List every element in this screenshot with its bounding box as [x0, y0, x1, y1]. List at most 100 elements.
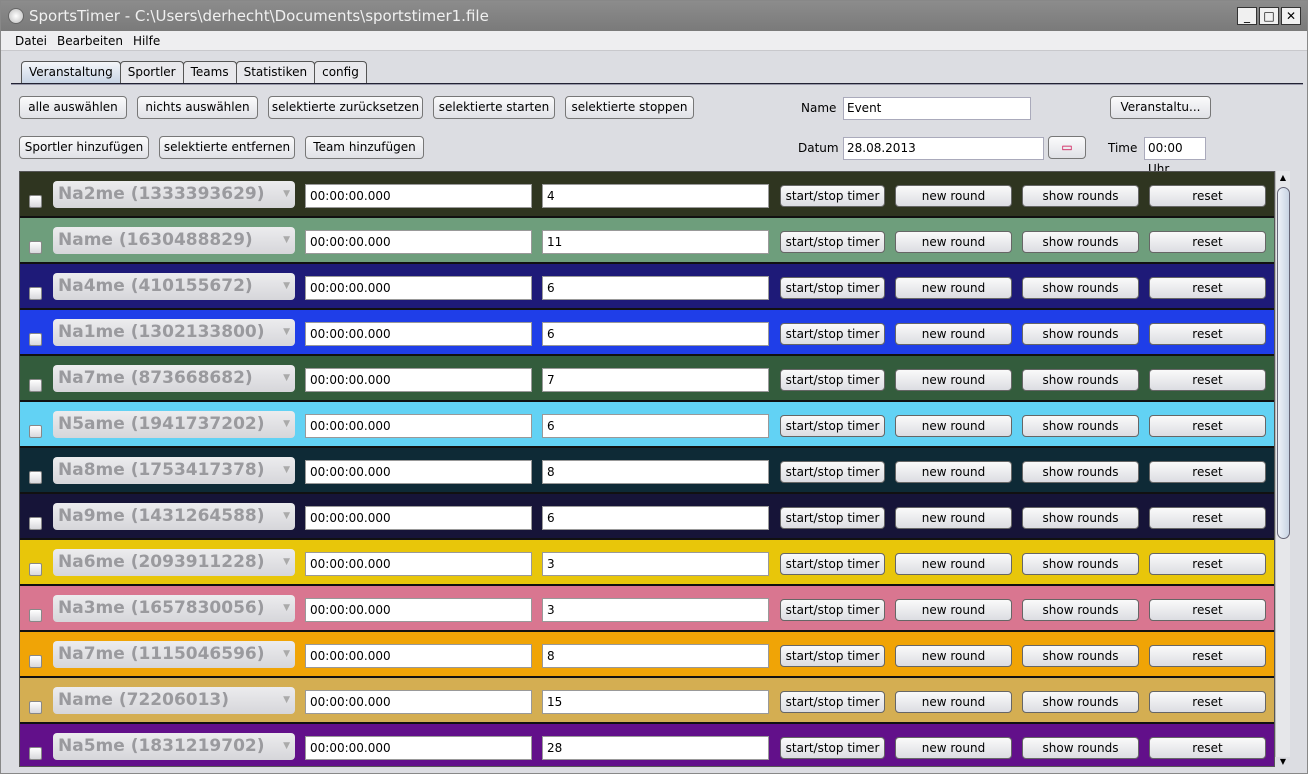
start-stop-button[interactable]: start/stop timer	[780, 691, 885, 713]
start-stop-button[interactable]: start/stop timer	[780, 415, 885, 437]
new-round-button[interactable]: new round	[895, 461, 1012, 483]
select-checkbox[interactable]	[29, 471, 42, 484]
athlete-select[interactable]: Na2me (1333393629) ▼	[53, 181, 295, 208]
show-rounds-button[interactable]: show rounds	[1022, 323, 1139, 345]
tab-veranstaltung[interactable]: Veranstaltung	[21, 61, 121, 83]
show-rounds-button[interactable]: show rounds	[1022, 599, 1139, 621]
reset-button[interactable]: reset	[1149, 231, 1266, 253]
rounds-field[interactable]: 15	[542, 690, 769, 714]
menu-hilfe[interactable]: Hilfe	[133, 31, 160, 50]
select-checkbox[interactable]	[29, 701, 42, 714]
start-stop-button[interactable]: start/stop timer	[780, 507, 885, 529]
rounds-field[interactable]: 8	[542, 460, 769, 484]
scroll-up-icon[interactable]: ▲	[1276, 171, 1290, 185]
rounds-field[interactable]: 6	[542, 506, 769, 530]
athlete-select[interactable]: Na4me (410155672) ▼	[53, 273, 295, 300]
time-field[interactable]: 00:00:00.000	[305, 184, 532, 208]
rounds-field[interactable]: 11	[542, 230, 769, 254]
time-field[interactable]: 00:00:00.000	[305, 690, 532, 714]
athlete-select[interactable]: Name (1630488829) ▼	[53, 227, 295, 254]
new-round-button[interactable]: new round	[895, 507, 1012, 529]
show-rounds-button[interactable]: show rounds	[1022, 415, 1139, 437]
time-field[interactable]: 00:00:00.000	[305, 644, 532, 668]
athlete-select[interactable]: Na6me (2093911228) ▼	[53, 549, 295, 576]
show-rounds-button[interactable]: show rounds	[1022, 277, 1139, 299]
maximize-button[interactable]: □	[1259, 7, 1279, 25]
stop-selected-button[interactable]: selektierte stoppen	[565, 96, 694, 119]
reset-button[interactable]: reset	[1149, 415, 1266, 437]
rounds-field[interactable]: 8	[542, 644, 769, 668]
start-stop-button[interactable]: start/stop timer	[780, 461, 885, 483]
show-rounds-button[interactable]: show rounds	[1022, 461, 1139, 483]
reset-selected-button[interactable]: selektierte zurücksetzen	[268, 96, 423, 119]
show-rounds-button[interactable]: show rounds	[1022, 231, 1139, 253]
select-checkbox[interactable]	[29, 241, 42, 254]
calendar-icon[interactable]: ▭	[1048, 136, 1086, 159]
menu-bearbeiten[interactable]: Bearbeiten	[57, 31, 123, 50]
reset-button[interactable]: reset	[1149, 737, 1266, 759]
show-rounds-button[interactable]: show rounds	[1022, 185, 1139, 207]
reset-button[interactable]: reset	[1149, 553, 1266, 575]
event-name-input[interactable]: Event	[843, 97, 1031, 120]
athlete-select[interactable]: Na1me (1302133800) ▼	[53, 319, 295, 346]
select-none-button[interactable]: nichts auswählen	[137, 96, 258, 119]
rounds-field[interactable]: 6	[542, 414, 769, 438]
new-round-button[interactable]: new round	[895, 415, 1012, 437]
scrollbar-thumb[interactable]	[1277, 187, 1290, 539]
show-rounds-button[interactable]: show rounds	[1022, 507, 1139, 529]
select-checkbox[interactable]	[29, 287, 42, 300]
select-checkbox[interactable]	[29, 655, 42, 668]
new-round-button[interactable]: new round	[895, 185, 1012, 207]
rounds-field[interactable]: 7	[542, 368, 769, 392]
show-rounds-button[interactable]: show rounds	[1022, 645, 1139, 667]
start-stop-button[interactable]: start/stop timer	[780, 185, 885, 207]
athlete-select[interactable]: Na8me (1753417378) ▼	[53, 457, 295, 484]
athlete-select[interactable]: Na3me (1657830056) ▼	[53, 595, 295, 622]
tab-teams[interactable]: Teams	[182, 61, 237, 83]
start-stop-button[interactable]: start/stop timer	[780, 737, 885, 759]
reset-button[interactable]: reset	[1149, 599, 1266, 621]
remove-selected-button[interactable]: selektierte entfernen	[159, 136, 295, 159]
reset-button[interactable]: reset	[1149, 323, 1266, 345]
start-stop-button[interactable]: start/stop timer	[780, 323, 885, 345]
reset-button[interactable]: reset	[1149, 645, 1266, 667]
time-field[interactable]: 00:00:00.000	[305, 230, 532, 254]
new-round-button[interactable]: new round	[895, 369, 1012, 391]
start-stop-button[interactable]: start/stop timer	[780, 599, 885, 621]
close-button[interactable]: ✕	[1281, 7, 1301, 25]
reset-button[interactable]: reset	[1149, 277, 1266, 299]
rounds-field[interactable]: 3	[542, 598, 769, 622]
start-selected-button[interactable]: selektierte starten	[433, 96, 555, 119]
time-field[interactable]: 00:00:00.000	[305, 736, 532, 760]
scroll-down-icon[interactable]: ▼	[1276, 755, 1290, 769]
start-stop-button[interactable]: start/stop timer	[780, 553, 885, 575]
show-rounds-button[interactable]: show rounds	[1022, 553, 1139, 575]
new-round-button[interactable]: new round	[895, 553, 1012, 575]
reset-button[interactable]: reset	[1149, 507, 1266, 529]
start-stop-button[interactable]: start/stop timer	[780, 645, 885, 667]
rounds-field[interactable]: 28	[542, 736, 769, 760]
time-field[interactable]: 00:00:00.000	[305, 506, 532, 530]
start-stop-button[interactable]: start/stop timer	[780, 277, 885, 299]
rounds-field[interactable]: 3	[542, 552, 769, 576]
start-stop-button[interactable]: start/stop timer	[780, 369, 885, 391]
rounds-field[interactable]: 6	[542, 322, 769, 346]
new-round-button[interactable]: new round	[895, 645, 1012, 667]
new-round-button[interactable]: new round	[895, 691, 1012, 713]
tab-sportler[interactable]: Sportler	[119, 61, 184, 83]
event-button[interactable]: Veranstaltu...	[1110, 96, 1211, 119]
athlete-select[interactable]: Na9me (1431264588) ▼	[53, 503, 295, 530]
athlete-select[interactable]: Name (72206013) ▼	[53, 687, 295, 714]
show-rounds-button[interactable]: show rounds	[1022, 369, 1139, 391]
tab-config[interactable]: config	[314, 61, 367, 83]
time-input[interactable]: 00:00 Uhr	[1144, 137, 1206, 176]
menu-datei[interactable]: Datei	[15, 31, 47, 50]
reset-button[interactable]: reset	[1149, 691, 1266, 713]
new-round-button[interactable]: new round	[895, 323, 1012, 345]
athlete-select[interactable]: Na7me (873668682) ▼	[53, 365, 295, 392]
date-input[interactable]: 28.08.2013	[843, 137, 1044, 160]
time-field[interactable]: 00:00:00.000	[305, 322, 532, 346]
new-round-button[interactable]: new round	[895, 231, 1012, 253]
tab-statistiken[interactable]: Statistiken	[235, 61, 316, 83]
vertical-scrollbar[interactable]: ▲ ▼	[1275, 171, 1290, 766]
